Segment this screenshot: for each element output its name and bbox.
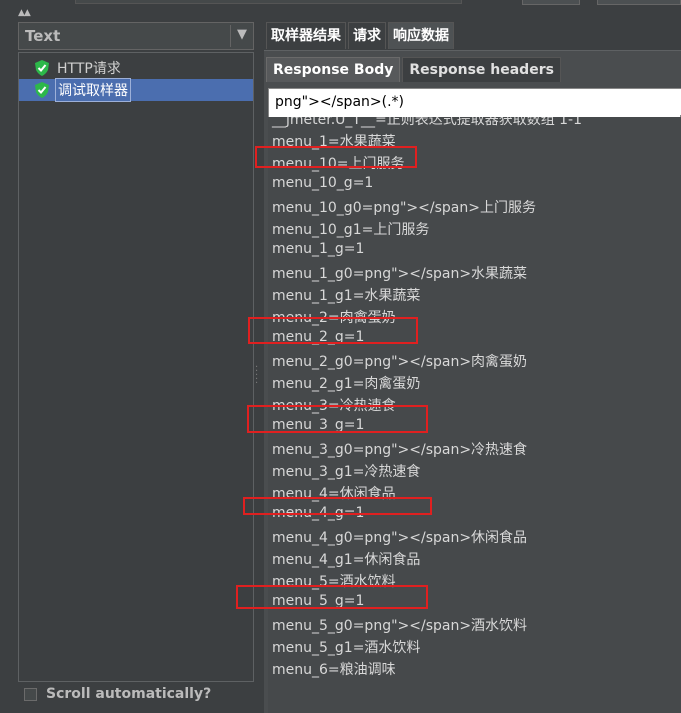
tab-response-headers[interactable]: Response headers: [402, 57, 561, 82]
response-line: menu_1_g1=水果蔬菜: [272, 288, 421, 304]
response-line: menu_4_g0=png"></span>休闲食品: [272, 530, 528, 546]
renderer-select-value: Text: [25, 27, 61, 45]
top-button-2[interactable]: [597, 0, 681, 5]
tab-request[interactable]: 请求: [348, 22, 386, 49]
top-button-1[interactable]: [522, 0, 580, 5]
collapse-arrows-icon[interactable]: ▲▲: [18, 8, 31, 18]
tree-item-http-request[interactable]: HTTP请求: [35, 57, 123, 79]
response-line: menu_6=粮油调味: [272, 662, 396, 678]
response-line: menu_2_g1=肉禽蛋奶: [272, 376, 421, 392]
response-line: menu_10_g=1: [272, 175, 374, 191]
splitter-handle[interactable]: · · · · ·: [255, 363, 258, 389]
result-tree: HTTP请求 调试取样器: [18, 52, 254, 682]
response-line: menu_3_g0=png"></span>冷热速食: [272, 442, 528, 458]
left-panel: Text ▼ HTTP请求 调试取样器: [18, 22, 254, 682]
success-shield-icon: [35, 60, 49, 76]
highlight-box: [247, 405, 428, 433]
tree-item-label: HTTP请求: [57, 61, 121, 77]
top-field[interactable]: [75, 0, 462, 4]
response-line: menu_1_g=1: [272, 241, 365, 257]
response-line: menu_10_g0=png"></span>上门服务: [272, 200, 536, 216]
scroll-automatically-checkbox[interactable]: Scroll automatically?: [24, 686, 211, 702]
highlight-box: [255, 146, 417, 168]
tab-sampler-result[interactable]: 取样器结果: [266, 22, 346, 49]
response-line: menu_4_g1=休闲食品: [272, 552, 421, 568]
response-line: __jmeter.U_T__=正则表达式提取器获取数组 1-1: [272, 117, 583, 128]
response-line: menu_10_g1=上门服务: [272, 222, 430, 238]
combo-separator: [230, 25, 231, 47]
highlight-box: [236, 585, 428, 609]
response-line: menu_5_g1=酒水饮料: [272, 640, 421, 656]
highlight-box: [248, 317, 418, 344]
tab-response-data[interactable]: 响应数据: [388, 22, 454, 49]
chevron-down-icon[interactable]: ▼: [237, 27, 247, 42]
search-field[interactable]: [268, 88, 681, 118]
response-line: menu_5_g0=png"></span>酒水饮料: [272, 618, 528, 634]
success-shield-icon: [35, 82, 49, 98]
scroll-automatically-label: Scroll automatically?: [46, 686, 212, 702]
checkbox-box[interactable]: [24, 687, 37, 701]
tree-item-debug-sampler[interactable]: 调试取样器: [19, 78, 253, 102]
tab-response-body[interactable]: Response Body: [266, 57, 401, 82]
response-line: menu_3_g1=冷热速食: [272, 464, 421, 480]
top-toolbar: ▲▲: [0, 0, 681, 20]
response-subtabs: Response Body Response headers: [266, 57, 563, 83]
result-tabs: 取样器结果 请求 响应数据: [266, 22, 456, 50]
tree-item-label: 调试取样器: [55, 78, 131, 102]
renderer-select[interactable]: Text ▼: [18, 22, 254, 50]
highlight-box: [243, 497, 432, 515]
search-input[interactable]: [269, 89, 681, 115]
response-line: menu_2_g0=png"></span>肉禽蛋奶: [272, 354, 528, 370]
response-line: menu_1_g0=png"></span>水果蔬菜: [272, 266, 528, 282]
